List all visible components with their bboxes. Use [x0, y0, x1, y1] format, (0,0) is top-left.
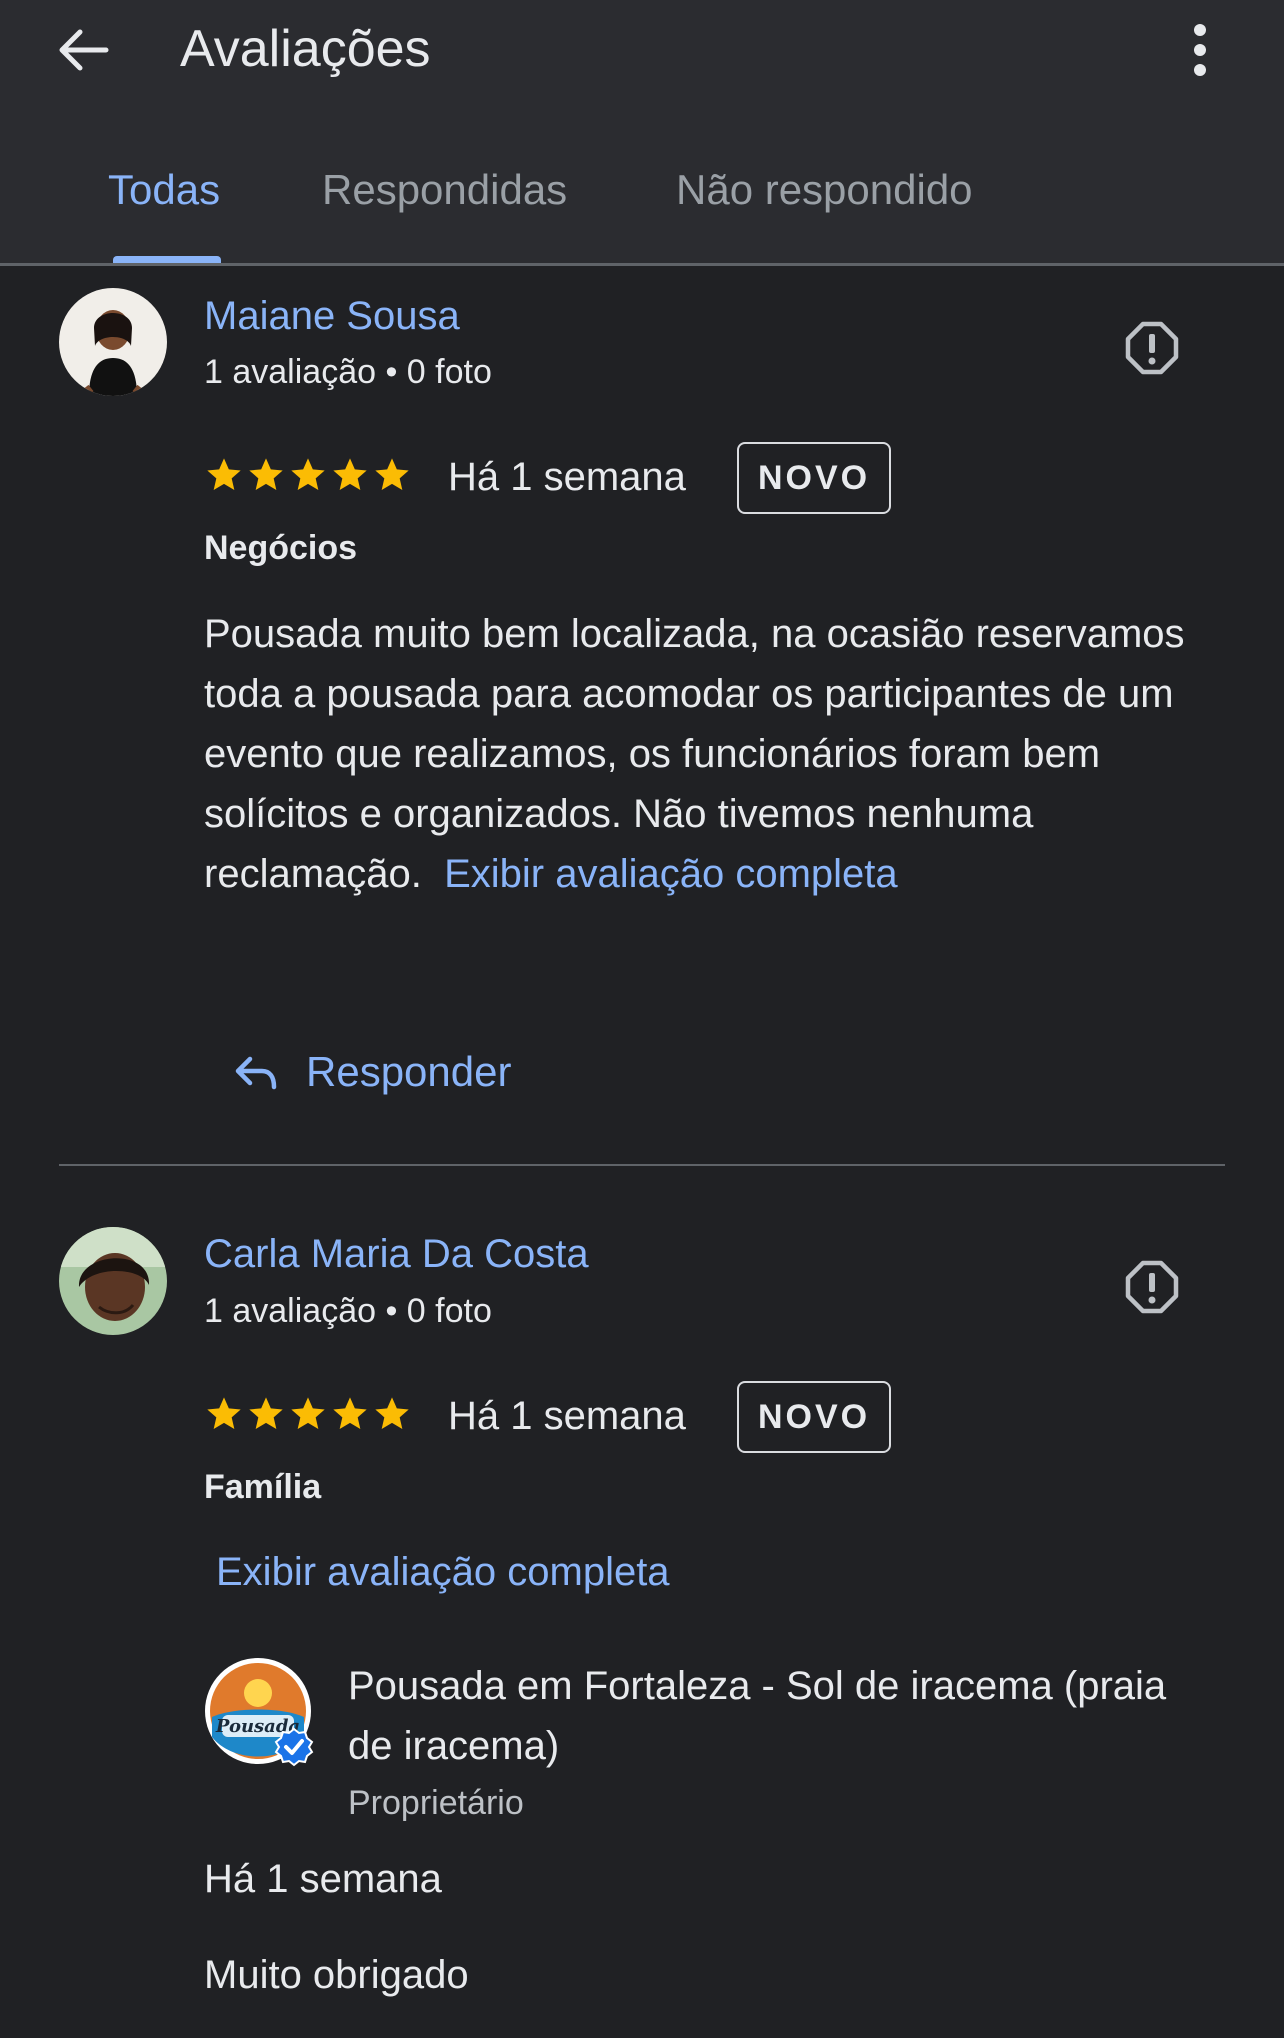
avatar[interactable]: [59, 288, 167, 396]
star-icon: [291, 1397, 325, 1429]
review-category: Família: [204, 1468, 322, 1506]
reply-button[interactable]: Responder: [230, 1042, 511, 1102]
arrow-left-icon[interactable]: [52, 18, 116, 82]
star-icon: [333, 458, 367, 490]
star-icon: [333, 1397, 367, 1429]
owner-name: Pousada em Fortaleza - Sol de iracema (p…: [348, 1664, 1167, 1768]
reviewer-name[interactable]: Carla Maria Da Costa: [204, 1227, 589, 1281]
star-icon: [207, 1397, 241, 1429]
avatar[interactable]: [59, 1227, 167, 1335]
tab-todas[interactable]: Todas: [108, 162, 220, 218]
new-badge: NOVO: [737, 1381, 891, 1453]
star-rating: [204, 1389, 412, 1439]
new-badge: NOVO: [737, 442, 891, 514]
owner-reply-text: Muito obrigado: [204, 1953, 469, 1997]
review-divider: [59, 1164, 1225, 1166]
star-rating: [204, 450, 412, 500]
star-icon: [291, 458, 325, 490]
business-logo[interactable]: Pousada: [204, 1657, 314, 1767]
reply-label: Responder: [306, 1048, 512, 1095]
star-icon: [207, 458, 241, 490]
reviewer-name[interactable]: Maiane Sousa: [204, 289, 460, 343]
show-full-review-link[interactable]: Exibir avaliação completa: [444, 852, 898, 896]
star-icon: [375, 458, 409, 490]
tab-respondidas[interactable]: Respondidas: [322, 162, 567, 218]
star-icon: [249, 458, 283, 490]
tab-bar-divider: [0, 263, 1284, 266]
more-vert-icon[interactable]: [1176, 18, 1224, 82]
review-date: Há 1 semana: [448, 455, 686, 499]
verified-icon: [274, 1727, 314, 1767]
reviewer-meta: 1 avaliação • 0 foto: [204, 353, 492, 391]
owner-role: Proprietário: [348, 1784, 524, 1822]
review-date: Há 1 semana: [448, 1394, 686, 1438]
star-icon: [375, 1397, 409, 1429]
review-category: Negócios: [204, 529, 358, 567]
reviewer-meta: 1 avaliação • 0 foto: [204, 1292, 492, 1330]
star-icon: [249, 1397, 283, 1429]
report-flag-icon[interactable]: [1124, 1259, 1180, 1315]
reply-icon: [235, 1056, 277, 1090]
owner-reply-date: Há 1 semana: [204, 1857, 442, 1901]
show-full-review-link[interactable]: Exibir avaliação completa: [216, 1544, 670, 1600]
page-title: Avaliações: [180, 20, 431, 78]
active-tab-indicator: [113, 256, 221, 263]
report-flag-icon[interactable]: [1124, 320, 1180, 376]
tab-nao-respondido[interactable]: Não respondido: [676, 162, 973, 218]
review-text: Pousada muito bem localizada, na ocasião…: [204, 604, 1224, 904]
